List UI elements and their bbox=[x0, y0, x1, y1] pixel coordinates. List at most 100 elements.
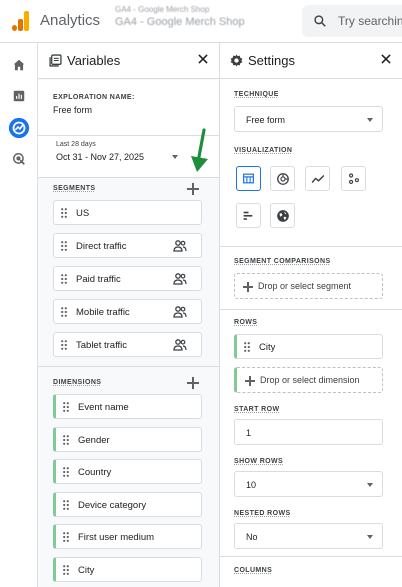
dimension-chip-first-user-medium[interactable]: First user medium bbox=[53, 524, 202, 549]
nested-rows-value: No bbox=[246, 532, 258, 542]
bar-viz-button[interactable] bbox=[236, 203, 261, 228]
nested-rows-select[interactable]: No bbox=[234, 523, 383, 549]
segment-chip-tablet-traffic[interactable]: Tablet traffic bbox=[53, 332, 202, 357]
explore-icon[interactable] bbox=[7, 116, 31, 140]
line-chart-icon bbox=[311, 174, 324, 183]
dimension-drop-zone[interactable]: Drop or select dimension bbox=[234, 367, 383, 393]
table-viz-button[interactable] bbox=[236, 166, 261, 191]
columns-label: COLUMNS bbox=[234, 567, 273, 574]
search-placeholder: Try searching bbox=[338, 14, 402, 28]
drag-handle-icon[interactable] bbox=[63, 402, 69, 412]
settings-panel: Settings TECHNIQUE Free form VISUALIZATI… bbox=[220, 43, 402, 587]
line-viz-button[interactable] bbox=[305, 166, 330, 191]
user-segment-people-icon bbox=[173, 306, 187, 318]
divider bbox=[220, 309, 402, 310]
dimension-chip-event-name[interactable]: Event name bbox=[53, 394, 202, 419]
start-row-value: 1 bbox=[246, 428, 252, 438]
account-selector[interactable]: GA4 - Google Merch Shop GA4 - Google Mer… bbox=[115, 4, 300, 38]
dimension-chip-device-category[interactable]: Device category bbox=[53, 492, 202, 517]
drag-handle-icon[interactable] bbox=[63, 532, 69, 542]
divider bbox=[220, 246, 402, 247]
scatter-plot-icon bbox=[348, 172, 359, 184]
user-segment-people-icon bbox=[173, 240, 187, 252]
dimension-label: First user medium bbox=[78, 532, 155, 543]
divider bbox=[220, 556, 402, 557]
drag-handle-icon[interactable] bbox=[61, 241, 67, 251]
home-icon[interactable] bbox=[7, 53, 31, 77]
add-segment-plus-icon[interactable] bbox=[187, 183, 199, 195]
drag-handle-icon[interactable] bbox=[61, 307, 67, 317]
drag-handle-icon[interactable] bbox=[63, 565, 69, 575]
search-box[interactable]: Try searching bbox=[302, 5, 402, 37]
variables-icon bbox=[49, 54, 62, 67]
start-row-input[interactable]: 1 bbox=[234, 419, 383, 445]
search-icon bbox=[314, 15, 326, 27]
divider bbox=[38, 366, 219, 367]
segments-label: SEGMENTS bbox=[53, 185, 96, 192]
segment-chip-paid-traffic[interactable]: Paid traffic bbox=[53, 266, 202, 291]
reports-icon[interactable] bbox=[7, 84, 31, 108]
segment-label: Paid traffic bbox=[76, 274, 121, 285]
technique-select[interactable]: Free form bbox=[234, 106, 383, 132]
table-icon bbox=[243, 173, 254, 184]
segment-label: Direct traffic bbox=[76, 241, 127, 252]
plus-icon bbox=[245, 376, 255, 386]
drag-handle-icon[interactable] bbox=[63, 467, 69, 477]
donut-chart-icon bbox=[276, 172, 289, 185]
dimension-drop-text: Drop or select dimension bbox=[260, 375, 360, 385]
segment-comparisons-label: SEGMENT COMPARISONS bbox=[234, 258, 331, 265]
segment-label: Tablet traffic bbox=[76, 340, 128, 351]
exploration-name-input[interactable]: Free form bbox=[53, 105, 92, 115]
close-settings-icon[interactable] bbox=[379, 52, 393, 66]
scatter-viz-button[interactable] bbox=[341, 166, 366, 191]
dimensions-label: DIMENSIONS bbox=[53, 379, 102, 386]
segment-label: Mobile traffic bbox=[76, 307, 130, 318]
dimension-chip-country[interactable]: Country bbox=[53, 459, 202, 484]
left-nav-rail bbox=[0, 43, 38, 587]
dimension-chip-gender[interactable]: Gender bbox=[53, 427, 202, 452]
analytics-logo-icon[interactable] bbox=[12, 11, 30, 31]
dimension-label: Gender bbox=[78, 435, 110, 446]
nested-rows-label: NESTED ROWS bbox=[234, 510, 291, 517]
date-range-text: Oct 31 - Nov 27, 2025 bbox=[56, 152, 145, 162]
show-rows-value: 10 bbox=[246, 480, 257, 490]
donut-viz-button[interactable] bbox=[270, 166, 295, 191]
top-bar: Analytics GA4 - Google Merch Shop GA4 - … bbox=[0, 0, 402, 43]
dimension-label: Device category bbox=[78, 500, 147, 511]
visualization-label: VISUALIZATION bbox=[234, 147, 293, 154]
chevron-down-icon bbox=[172, 155, 178, 159]
plus-icon bbox=[243, 282, 253, 292]
row-chip-city[interactable]: City bbox=[234, 334, 383, 359]
rows-label: ROWS bbox=[234, 319, 258, 326]
drag-handle-icon[interactable] bbox=[61, 340, 67, 350]
exploration-name-label: EXPLORATION NAME: bbox=[53, 94, 135, 101]
dimension-chip-city[interactable]: City bbox=[53, 557, 202, 582]
drag-handle-icon[interactable] bbox=[63, 435, 69, 445]
close-variables-icon[interactable] bbox=[196, 52, 210, 66]
segment-chip-direct-traffic[interactable]: Direct traffic bbox=[53, 233, 202, 258]
advertising-icon[interactable] bbox=[7, 147, 31, 171]
segment-drop-text: Drop or select segment bbox=[258, 281, 352, 291]
settings-header: Settings bbox=[220, 43, 402, 79]
drag-handle-icon[interactable] bbox=[61, 274, 67, 284]
show-rows-select[interactable]: 10 bbox=[234, 471, 383, 497]
dimension-label: City bbox=[78, 565, 95, 576]
app-title: Analytics bbox=[40, 12, 101, 29]
date-preset: Last 28 days bbox=[56, 141, 96, 148]
geo-map-icon bbox=[276, 209, 289, 222]
segment-chip-us[interactable]: US bbox=[53, 200, 202, 225]
start-row-label: START ROW bbox=[234, 406, 280, 413]
date-range-picker[interactable]: Last 28 days Oct 31 - Nov 27, 2025 bbox=[53, 141, 203, 171]
add-dimension-plus-icon[interactable] bbox=[187, 377, 199, 389]
geo-viz-button[interactable] bbox=[270, 203, 295, 228]
user-segment-people-icon bbox=[173, 273, 187, 285]
drag-handle-icon[interactable] bbox=[63, 500, 69, 510]
segment-chip-mobile-traffic[interactable]: Mobile traffic bbox=[53, 299, 202, 324]
variables-title: Variables bbox=[67, 53, 121, 68]
technique-label: TECHNIQUE bbox=[234, 91, 279, 98]
drag-handle-icon[interactable] bbox=[61, 208, 67, 218]
drag-handle-icon[interactable] bbox=[244, 342, 250, 352]
account-line-1: GA4 - Google Merch Shop bbox=[115, 5, 210, 14]
segment-drop-zone[interactable]: Drop or select segment bbox=[234, 273, 383, 299]
show-rows-label: SHOW ROWS bbox=[234, 458, 284, 465]
